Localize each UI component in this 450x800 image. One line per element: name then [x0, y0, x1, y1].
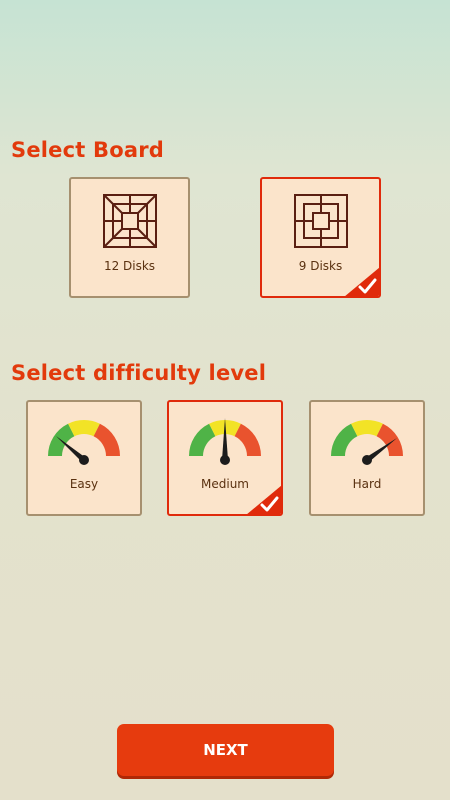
next-button[interactable]: NEXT: [117, 724, 334, 776]
board-12-disks-icon: [102, 194, 157, 248]
difficulty-option-hard[interactable]: Hard: [309, 400, 425, 516]
gauge-icon: [331, 419, 403, 465]
board-option-label: 12 Disks: [103, 259, 156, 273]
difficulty-option-easy[interactable]: Easy: [26, 400, 142, 516]
board-9-disks-icon: [293, 194, 348, 248]
select-difficulty-title: Select difficulty level: [11, 361, 267, 385]
check-icon: [247, 485, 281, 514]
difficulty-option-medium[interactable]: Medium: [167, 400, 283, 516]
check-icon: [345, 267, 379, 296]
gauge-icon: [48, 419, 120, 465]
board-option-9-disks[interactable]: 9 Disks: [260, 177, 381, 298]
difficulty-option-label: Hard: [352, 477, 382, 491]
board-option-12-disks[interactable]: 12 Disks: [69, 177, 190, 298]
select-board-title: Select Board: [11, 138, 164, 162]
difficulty-option-label: Easy: [69, 477, 99, 491]
gauge-icon: [189, 418, 261, 465]
